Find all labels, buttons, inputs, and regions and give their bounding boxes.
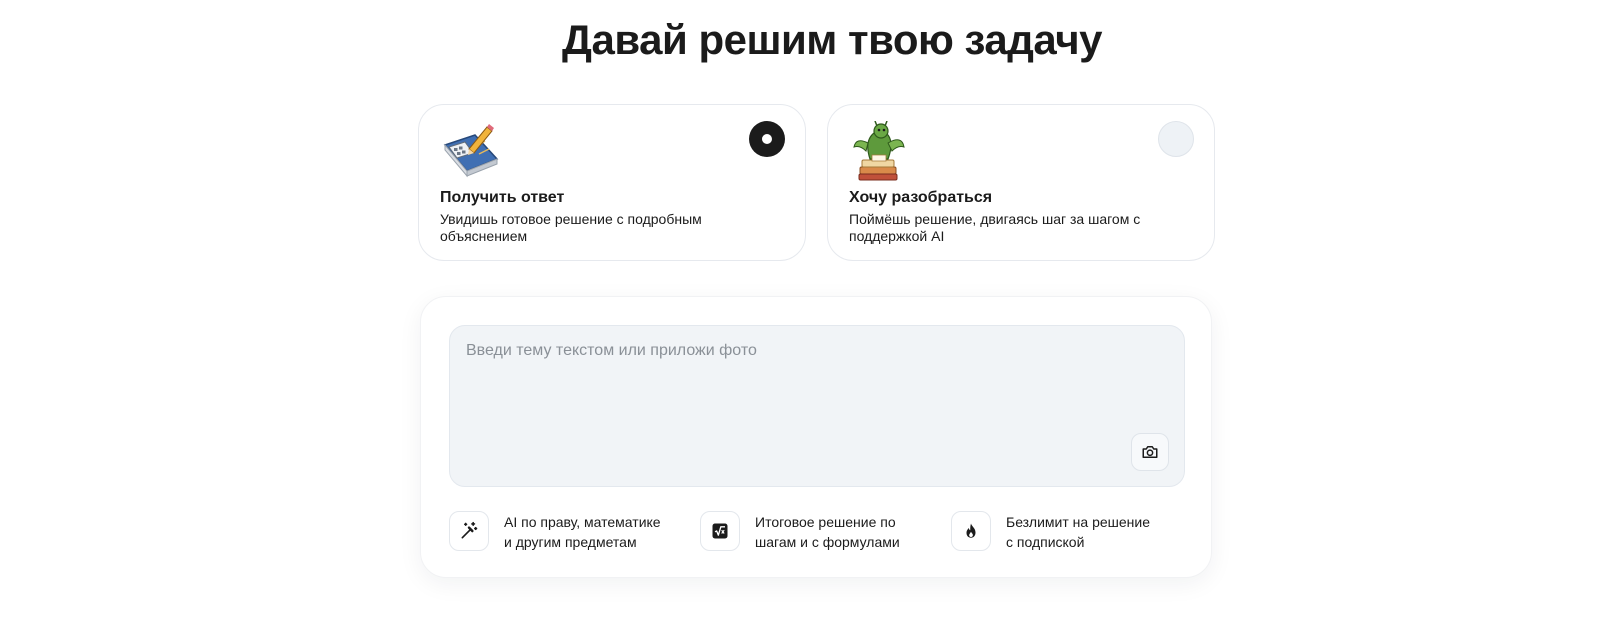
dragon-reading-icon — [848, 120, 910, 183]
task-input[interactable] — [449, 325, 1185, 487]
math-textbook-icon — [439, 121, 501, 183]
mode-description: Увидишь готовое решение с подробным объя… — [440, 211, 702, 244]
feature-line: шагам и с формулами — [755, 533, 900, 550]
radio-unselected[interactable] — [1158, 121, 1194, 157]
feature-line: и другим предметам — [504, 533, 637, 550]
flame-icon — [951, 511, 991, 551]
page-title: Давай решим твою задачу — [562, 16, 1102, 63]
feature-line: Итоговое решение по — [755, 514, 896, 530]
task-panel: AI по праву, математике и другим предмет… — [420, 296, 1212, 578]
feature-line: с подпиской — [1006, 533, 1085, 550]
mode-card-understand[interactable]: Хочу разобраться Поймёшь решение, двигая… — [827, 104, 1215, 261]
mode-title: Получить ответ — [440, 189, 565, 206]
feature-step-solution: Итоговое решение по шагам и с формулами — [700, 511, 925, 553]
mode-description: Поймёшь решение, двигаясь шаг за шагом с… — [849, 211, 1141, 244]
radio-selected[interactable] — [749, 121, 785, 157]
camera-icon — [1142, 446, 1158, 458]
feature-unlimited: Безлимит на решение с подпиской — [951, 511, 1176, 553]
feature-line: AI по праву, математике — [504, 514, 661, 530]
magic-wand-icon — [449, 511, 489, 551]
feature-line: Безлимит на решение — [1006, 514, 1150, 530]
mode-card-get-answer[interactable]: Получить ответ Увидишь готовое решение с… — [418, 104, 806, 261]
feature-ai-subjects: AI по праву, математике и другим предмет… — [449, 511, 674, 553]
square-root-icon — [700, 511, 740, 551]
mode-title: Хочу разобраться — [849, 189, 993, 206]
attach-photo-button[interactable] — [1131, 433, 1169, 471]
